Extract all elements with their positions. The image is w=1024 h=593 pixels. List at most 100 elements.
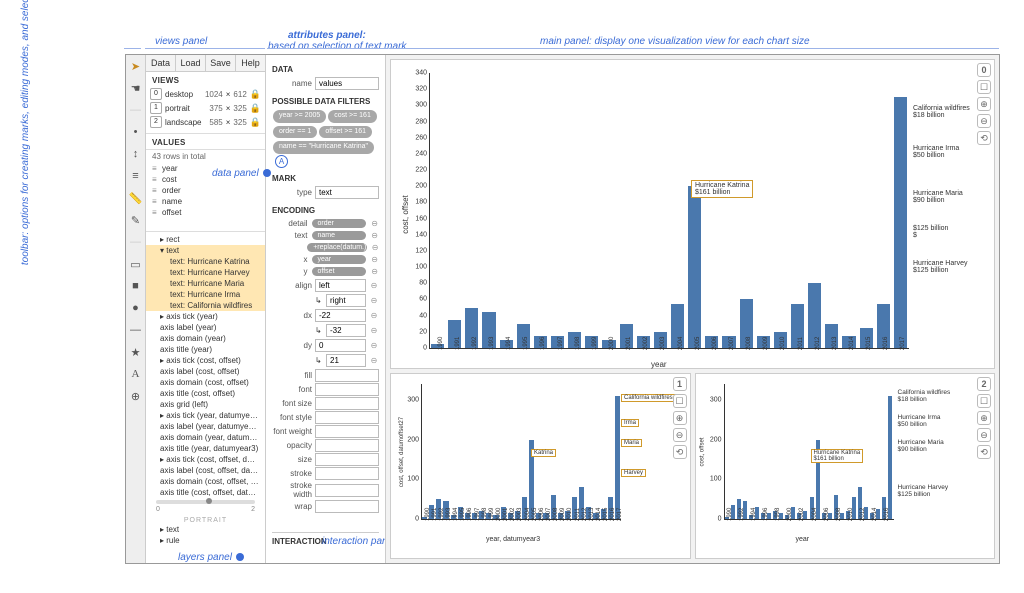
- wrap-input[interactable]: [315, 500, 379, 513]
- layer-node[interactable]: ▸ text: [146, 524, 265, 535]
- zoom-in-icon[interactable]: ⊕: [977, 97, 991, 111]
- box-icon[interactable]: ▭: [129, 257, 143, 271]
- menu-load[interactable]: Load: [176, 55, 206, 71]
- font-weight-input[interactable]: [315, 425, 379, 438]
- dx-input[interactable]: [315, 309, 366, 322]
- data-name-input[interactable]: [315, 77, 379, 90]
- layer-node[interactable]: axis title (cost, offset): [146, 388, 265, 399]
- dy-input[interactable]: [315, 339, 366, 352]
- layer-node[interactable]: ▸ rect: [146, 234, 265, 245]
- stroke-width-input[interactable]: [315, 484, 379, 497]
- encoding-pill[interactable]: year: [312, 255, 367, 264]
- layer-node[interactable]: axis domain (year): [146, 333, 265, 344]
- layer-node[interactable]: axis label (cost, offset, datumo…: [146, 465, 265, 476]
- dx-ref-input[interactable]: [326, 324, 366, 337]
- clear-icon[interactable]: ⊖: [369, 311, 379, 320]
- mark-type-input[interactable]: [315, 186, 379, 199]
- filter-pill[interactable]: name == "Hurricane Katrina": [273, 141, 374, 154]
- clear-icon[interactable]: ⊖: [370, 255, 379, 264]
- layer-node[interactable]: ▾ text: [146, 245, 265, 256]
- text-icon[interactable]: A: [129, 367, 143, 381]
- filter-pill[interactable]: year >= 2005: [273, 110, 326, 123]
- clear-icon[interactable]: ⊖: [370, 267, 379, 276]
- clear-icon[interactable]: ⊖: [369, 326, 379, 335]
- cursor-icon[interactable]: ➤: [129, 59, 143, 73]
- menu-help[interactable]: Help: [236, 55, 265, 71]
- layer-node[interactable]: ▸ axis tick (cost, offset, datumo…: [146, 454, 265, 465]
- encoding-pill[interactable]: +replace(datum.): [307, 243, 367, 252]
- clear-icon[interactable]: ⊖: [369, 281, 379, 290]
- layer-node[interactable]: axis label (year, datumyear3): [146, 421, 265, 432]
- globe-icon[interactable]: ⊕: [129, 389, 143, 403]
- layer-node[interactable]: text: Hurricane Maria: [146, 278, 265, 289]
- reset-icon[interactable]: ⟲: [977, 131, 991, 145]
- layer-node[interactable]: axis title (cost, offset, datumo…: [146, 487, 265, 498]
- layer-node[interactable]: axis domain (cost, offset): [146, 377, 265, 388]
- menu-data[interactable]: Data: [146, 55, 176, 71]
- dy-ref-input[interactable]: [326, 354, 366, 367]
- star-icon[interactable]: ★: [129, 345, 143, 359]
- layer-node[interactable]: text: Hurricane Katrina: [146, 256, 265, 267]
- reset-icon[interactable]: ⟲: [673, 445, 687, 459]
- pass-icon[interactable]: ≡: [129, 169, 143, 183]
- filter-pill[interactable]: offset >= 161: [319, 126, 372, 139]
- height-icon[interactable]: ↕: [129, 147, 143, 161]
- layer-node[interactable]: text: Hurricane Irma: [146, 289, 265, 300]
- circle-icon[interactable]: ●: [129, 301, 143, 315]
- encoding-pill[interactable]: name: [312, 231, 367, 240]
- zoom-in-icon[interactable]: ⊕: [977, 411, 991, 425]
- align-input[interactable]: [315, 279, 366, 292]
- layer-node[interactable]: axis domain (year, datumyear3): [146, 432, 265, 443]
- layer-node[interactable]: text: Hurricane Harvey: [146, 267, 265, 278]
- view-row[interactable]: 1portrait375×325🔒: [150, 101, 261, 115]
- layer-node[interactable]: ▸ axis tick (year): [146, 311, 265, 322]
- reset-icon[interactable]: ⟲: [977, 445, 991, 459]
- dot-icon[interactable]: •: [129, 125, 143, 139]
- encoding-pill[interactable]: order: [312, 219, 367, 228]
- font-size-input[interactable]: [315, 397, 379, 410]
- font-style-input[interactable]: [315, 411, 379, 424]
- clear-icon[interactable]: ⊖: [370, 219, 379, 228]
- ruler-icon[interactable]: 📏: [129, 191, 143, 205]
- size-input[interactable]: [315, 453, 379, 466]
- layer-node[interactable]: text: California wildfires: [146, 300, 265, 311]
- pointer-icon[interactable]: ☐: [977, 394, 991, 408]
- filter-pill[interactable]: cost >= 161: [328, 110, 377, 123]
- value-field[interactable]: offset: [152, 207, 259, 218]
- layer-node[interactable]: ▸ axis tick (cost, offset): [146, 355, 265, 366]
- fill-input[interactable]: [315, 369, 379, 382]
- layer-node[interactable]: axis label (year): [146, 322, 265, 333]
- stroke-input[interactable]: [315, 467, 379, 480]
- layer-node[interactable]: axis label (cost, offset): [146, 366, 265, 377]
- hand-icon[interactable]: ☚: [129, 81, 143, 95]
- zoom-in-icon[interactable]: ⊕: [673, 411, 687, 425]
- square-icon[interactable]: ■: [129, 279, 143, 293]
- zoom-out-icon[interactable]: ⊖: [977, 114, 991, 128]
- view-row[interactable]: 2landscape585×325🔒: [150, 115, 261, 129]
- pointer-icon[interactable]: ☐: [673, 394, 687, 408]
- clear-icon[interactable]: ⊖: [369, 296, 379, 305]
- layer-node[interactable]: axis grid (left): [146, 399, 265, 410]
- pointer-icon[interactable]: ☐: [977, 80, 991, 94]
- font-input[interactable]: [315, 383, 379, 396]
- view-row[interactable]: 0desktop1024×612🔒: [150, 87, 261, 101]
- zoom-out-icon[interactable]: ⊖: [673, 428, 687, 442]
- line-icon[interactable]: —: [129, 323, 143, 337]
- menu-save[interactable]: Save: [206, 55, 236, 71]
- clear-icon[interactable]: ⊖: [369, 341, 379, 350]
- clear-icon[interactable]: ⊖: [370, 231, 379, 240]
- layer-node[interactable]: axis domain (cost, offset, dat…: [146, 476, 265, 487]
- value-field[interactable]: order: [152, 185, 259, 196]
- zoom-out-icon[interactable]: ⊖: [977, 428, 991, 442]
- pencil-icon[interactable]: ✎: [129, 213, 143, 227]
- layer-node[interactable]: ▸ rule: [146, 535, 265, 546]
- layers-slider[interactable]: [156, 500, 255, 504]
- encoding-pill[interactable]: offset: [312, 267, 367, 276]
- layer-node[interactable]: axis title (year): [146, 344, 265, 355]
- value-field[interactable]: name: [152, 196, 259, 207]
- layer-node[interactable]: axis title (year, datumyear3): [146, 443, 265, 454]
- opacity-input[interactable]: [315, 439, 379, 452]
- layer-node[interactable]: ▸ axis tick (year, datumyear3): [146, 410, 265, 421]
- align-ref-input[interactable]: [326, 294, 366, 307]
- clear-icon[interactable]: ⊖: [371, 243, 379, 252]
